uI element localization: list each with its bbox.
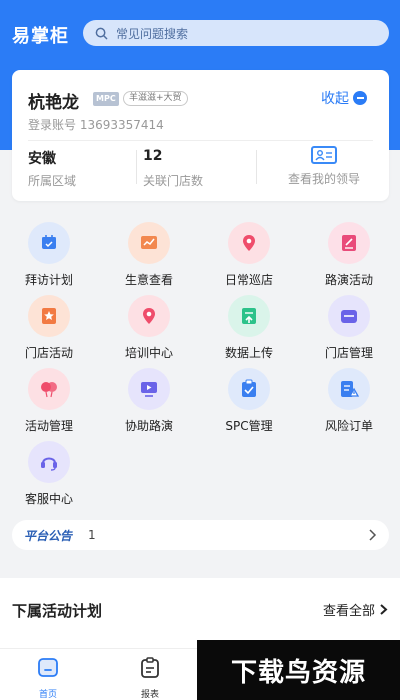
announcement-tag: 平台公告 <box>24 528 73 543</box>
menu-item-label: 生意查看 <box>124 273 173 287</box>
menu-item-label: 客服中心 <box>24 492 73 506</box>
watermark: 下载鸟资源 <box>197 640 400 700</box>
location-icon <box>128 295 170 337</box>
search-placeholder: 常见问题搜索 <box>116 26 189 41</box>
app-title: 易掌柜 <box>12 26 69 47</box>
stores-value: 12 <box>143 148 163 164</box>
report-icon <box>141 657 159 678</box>
menu-item-label: 培训中心 <box>124 346 173 360</box>
menu-item[interactable]: 拜访计划 <box>0 222 99 292</box>
menu-item[interactable]: SPC管理 <box>199 368 299 438</box>
collapse-button[interactable]: 收起 <box>321 88 367 108</box>
account-number: 登录账号 13693357414 <box>28 118 164 132</box>
area-value: 安徽 <box>28 151 56 167</box>
chart-icon <box>128 222 170 264</box>
upload-icon <box>228 295 270 337</box>
menu-item-label: 拜访计划 <box>24 273 73 287</box>
menu-item-label: 协助路演 <box>124 419 173 433</box>
note-icon <box>328 222 370 264</box>
area-stat: 安徽 所属区域 <box>28 148 76 189</box>
menu-item-label: 风险订单 <box>324 419 373 433</box>
menu-item-label: 路演活动 <box>324 273 373 287</box>
home-icon <box>38 658 58 677</box>
menu-item-label: 门店活动 <box>24 346 73 360</box>
warning-doc-icon <box>328 368 370 410</box>
divider <box>256 150 257 184</box>
search-input[interactable]: 常见问题搜索 <box>83 20 389 46</box>
clipboard-icon <box>228 368 270 410</box>
menu-item-label: SPC管理 <box>225 419 273 433</box>
menu-item[interactable]: 日常巡店 <box>199 222 299 292</box>
tab-home[interactable]: 首页 <box>18 655 78 700</box>
leader-label: 查看我的领导 <box>287 172 360 186</box>
id-card-icon <box>311 146 337 164</box>
profile-card: 杭艳龙 MPC 羊滋滋+大贸 收起 登录账号 13693357414 安徽 所属… <box>12 70 389 201</box>
menu-item[interactable]: 协助路演 <box>99 368 199 438</box>
menu-item[interactable]: 数据上传 <box>199 295 299 365</box>
headset-icon <box>28 441 70 483</box>
menu-item[interactable]: 路演活动 <box>299 222 399 292</box>
chevron-right-icon <box>380 604 388 615</box>
menu-item-label: 数据上传 <box>224 346 273 360</box>
calendar-icon <box>28 222 70 264</box>
announcement-count: 1 <box>88 528 96 542</box>
subordinate-plans-section: 下属活动计划 查看全部 <box>0 578 400 648</box>
tab-report[interactable]: 报表 <box>120 655 180 700</box>
menu-item[interactable]: 培训中心 <box>99 295 199 365</box>
location-icon <box>228 222 270 264</box>
view-all-label: 查看全部 <box>322 604 375 619</box>
menu-item[interactable]: 客服中心 <box>0 441 99 511</box>
screen-icon <box>128 368 170 410</box>
menu-item[interactable]: 风险订单 <box>299 368 399 438</box>
divider <box>136 150 137 184</box>
minus-icon <box>353 91 367 105</box>
role-badge: MPC <box>93 92 119 106</box>
user-name: 杭艳龙 <box>28 93 79 113</box>
menu-item[interactable]: 生意查看 <box>99 222 199 292</box>
chevron-right-icon <box>369 529 377 541</box>
menu-item[interactable]: 活动管理 <box>0 368 99 438</box>
menu-item[interactable]: 门店活动 <box>0 295 99 365</box>
region-tag: 羊滋滋+大贸 <box>123 91 188 106</box>
tab-home-label: 首页 <box>38 690 57 700</box>
stores-label: 关联门店数 <box>143 174 204 188</box>
view-leader-button[interactable]: 查看我的领导 <box>274 146 374 187</box>
announcement-bar[interactable]: 平台公告 1 <box>12 520 389 550</box>
balloon-icon <box>28 368 70 410</box>
menu-item-label: 日常巡店 <box>224 273 273 287</box>
menu-item[interactable]: 门店管理 <box>299 295 399 365</box>
star-icon <box>28 295 70 337</box>
divider <box>28 140 373 141</box>
view-all-button[interactable]: 查看全部 <box>323 600 388 619</box>
stores-stat: 12 关联门店数 <box>143 148 203 189</box>
tab-report-label: 报表 <box>140 690 159 700</box>
search-icon <box>95 27 108 39</box>
area-label: 所属区域 <box>28 174 77 188</box>
store-icon <box>328 295 370 337</box>
collapse-label: 收起 <box>321 91 349 107</box>
section-title: 下属活动计划 <box>12 602 103 620</box>
menu-item-label: 门店管理 <box>324 346 373 360</box>
menu-item-label: 活动管理 <box>24 419 73 433</box>
